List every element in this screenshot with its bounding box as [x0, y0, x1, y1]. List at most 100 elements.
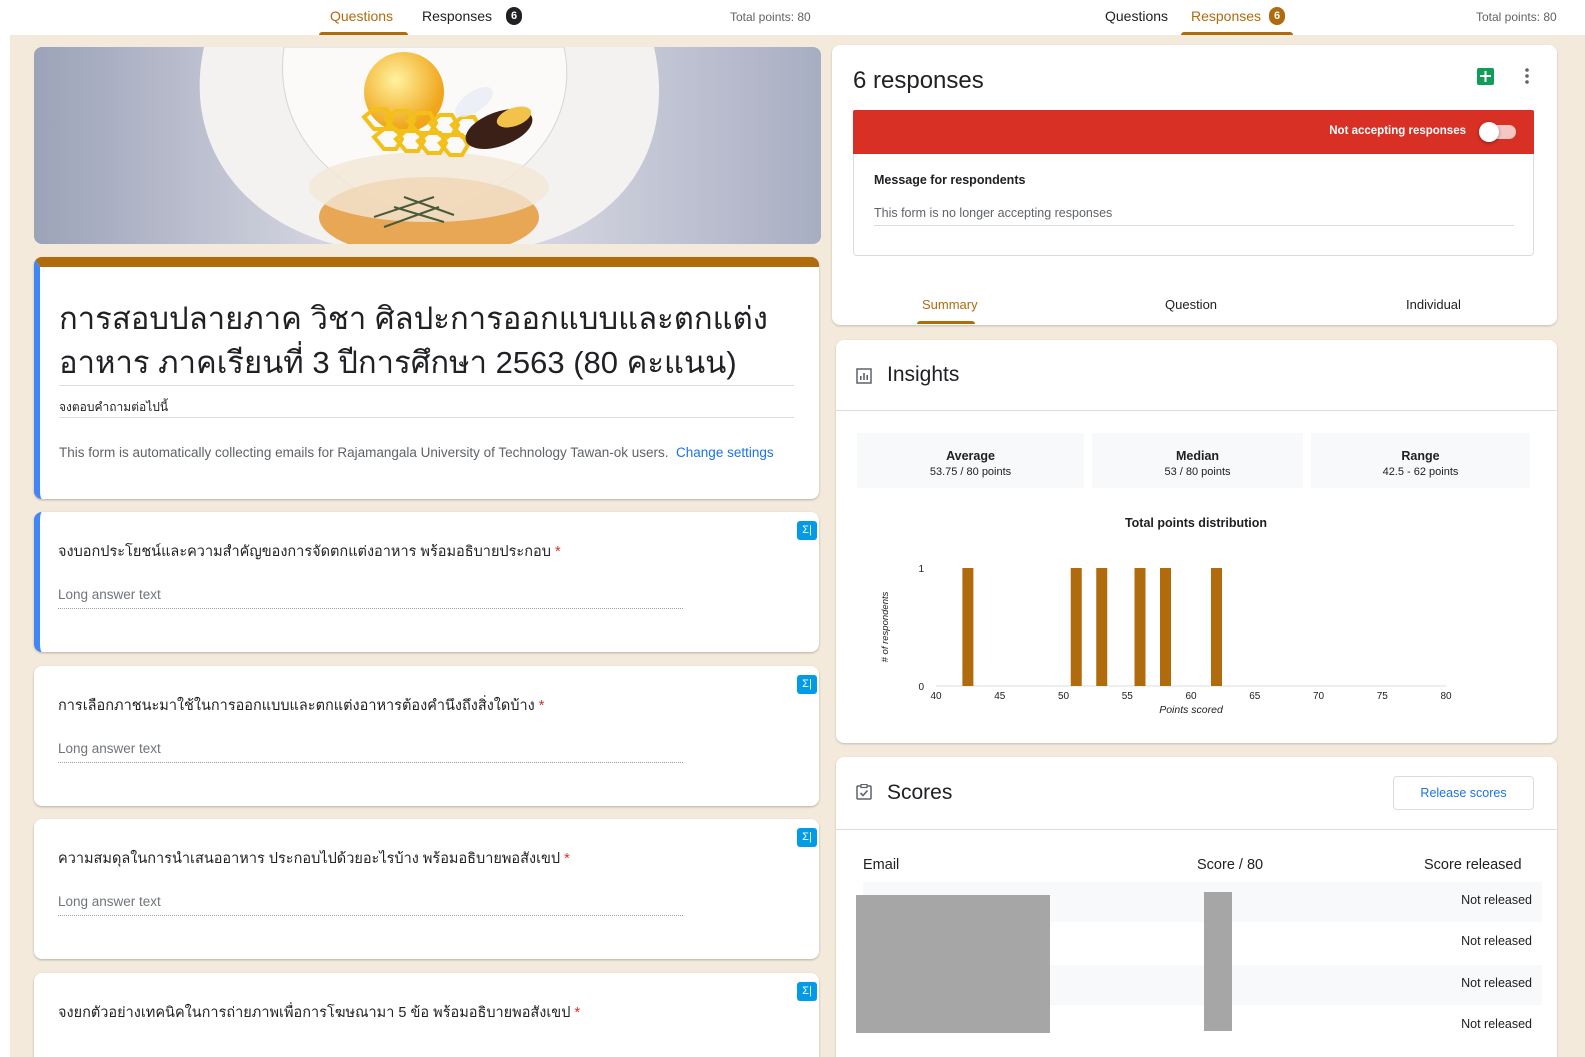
required-asterisk: * — [554, 544, 561, 560]
question-card[interactable]: ความสมดุลในการนำเสนออาหาร ประกอบไปด้วยอะ… — [34, 819, 819, 959]
stat-value: 42.5 - 62 points — [1382, 466, 1459, 478]
scores-divider — [836, 829, 1557, 830]
message-underline — [874, 225, 1514, 226]
y-tick-label: 0 — [918, 682, 924, 693]
score-column-header[interactable]: Score / 80 — [1197, 857, 1263, 873]
email-collection-note: This form is automatically collecting em… — [59, 442, 799, 463]
range-stat: Range 42.5 - 62 points — [1311, 433, 1530, 488]
tab-questions[interactable]: Questions — [1105, 8, 1168, 24]
more-options-icon[interactable] — [1524, 67, 1530, 85]
description-divider — [59, 417, 794, 418]
questions-view: Questions Responses 6 Total points: 80 ก… — [0, 0, 828, 1057]
question-card[interactable]: จงยกตัวอย่างเทคนิคในการถ่ายภาพเพื่อการโฆ… — [34, 973, 819, 1057]
points-badge-icon[interactable]: Σ| — [797, 828, 817, 847]
form-description[interactable]: จงตอบคำถามต่อไปนี้ — [59, 398, 168, 417]
tab-summary[interactable]: Summary — [922, 297, 978, 312]
chart-bar — [1211, 568, 1222, 686]
tab-responses[interactable]: Responses — [422, 8, 492, 24]
score-released-status: Not released — [1461, 934, 1532, 948]
y-axis-label: # of respondents — [880, 591, 891, 662]
average-stat: Average 53.75 / 80 points — [857, 433, 1084, 488]
tab-question[interactable]: Question — [1165, 297, 1217, 312]
chart-title: Total points distribution — [1124, 516, 1268, 530]
responses-card: 6 responses Not accepting responses Mess… — [832, 45, 1557, 325]
required-asterisk: * — [574, 1005, 581, 1021]
not-accepting-label: Not accepting responses — [1329, 125, 1466, 137]
points-badge-icon[interactable]: Σ| — [797, 675, 817, 694]
not-accepting-banner: Not accepting responses — [853, 110, 1534, 154]
message-for-respondents: Message for respondents This form is no … — [853, 154, 1534, 256]
total-points: Total points: 80 — [1476, 10, 1557, 24]
redacted-emails — [856, 895, 1050, 1033]
x-tick-label: 60 — [1185, 691, 1197, 702]
tab-questions[interactable]: Questions — [330, 8, 393, 24]
long-answer-placeholder: Long answer text — [58, 894, 161, 909]
scores-check-icon — [856, 783, 872, 800]
released-column-header[interactable]: Score released — [1424, 857, 1522, 873]
email-note-text: This form is automatically collecting em… — [59, 445, 669, 460]
tab-questions-indicator — [319, 32, 408, 35]
top-navigation: Questions Responses 6 Total points: 80 — [828, 0, 1585, 35]
stat-label: Average — [946, 449, 995, 463]
score-released-status: Not released — [1461, 893, 1532, 907]
question-text[interactable]: จงบอกประโยชน์และความสำคัญของการจัดตกแต่ง… — [58, 540, 561, 563]
tab-responses[interactable]: Responses — [1191, 8, 1261, 24]
title-divider — [59, 385, 794, 386]
x-tick-label: 70 — [1313, 691, 1325, 702]
x-tick-label: 55 — [1122, 691, 1134, 702]
question-text[interactable]: การเลือกภาชนะมาใช้ในการออกแบบและตกแต่งอา… — [58, 694, 544, 717]
long-answer-placeholder: Long answer text — [58, 741, 161, 756]
x-tick-label: 40 — [930, 691, 942, 702]
median-stat: Median 53 / 80 points — [1092, 433, 1303, 488]
sheets-icon[interactable] — [1477, 68, 1494, 85]
score-released-status: Not released — [1461, 976, 1532, 990]
top-navigation: Questions Responses 6 Total points: 80 — [0, 0, 828, 35]
x-tick-label: 75 — [1377, 691, 1389, 702]
stat-value: 53 / 80 points — [1164, 466, 1231, 478]
dessert-photo — [34, 47, 821, 244]
points-distribution-chart: 0 1 40 45 50 55 60 65 70 75 80 Points scored # of re… — [880, 564, 1452, 716]
tab-individual[interactable]: Individual — [1406, 297, 1461, 312]
chart-bar — [962, 568, 974, 686]
chart-bar — [1070, 568, 1082, 686]
chart-bar — [1096, 568, 1108, 686]
insights-card: Insights Average 53.75 / 80 points Media… — [836, 340, 1557, 743]
question-label: จงยกตัวอย่างเทคนิคในการถ่ายภาพเพื่อการโฆ… — [58, 1005, 571, 1021]
question-card[interactable]: การเลือกภาชนะมาใช้ในการออกแบบและตกแต่งอา… — [34, 666, 819, 806]
x-tick-label: 65 — [1249, 691, 1261, 702]
x-tick-label: 50 — [1058, 691, 1070, 702]
responses-count-badge: 6 — [1269, 7, 1285, 25]
required-asterisk: * — [538, 698, 545, 714]
question-label: จงบอกประโยชน์และความสำคัญของการจัดตกแต่ง… — [58, 544, 551, 560]
email-column-header[interactable]: Email — [863, 857, 899, 873]
answer-line — [58, 915, 683, 916]
form-title[interactable]: การสอบปลายภาค วิชา ศิลปะการออกแบบและตกแต… — [59, 297, 799, 385]
message-title: Message for respondents — [874, 173, 1026, 187]
answer-line — [58, 608, 683, 609]
long-answer-placeholder: Long answer text — [58, 587, 161, 602]
form-title-card[interactable]: การสอบปลายภาค วิชา ศิลปะการออกแบบและตกแต… — [34, 257, 819, 499]
change-settings-link[interactable]: Change settings — [676, 445, 774, 460]
question-label: ความสมดุลในการนำเสนออาหาร ประกอบไปด้วยอะ… — [58, 851, 561, 867]
release-scores-button[interactable]: Release scores — [1393, 776, 1534, 810]
message-input[interactable]: This form is no longer accepting respons… — [874, 206, 1112, 220]
question-card[interactable]: จงบอกประโยชน์และความสำคัญของการจัดตกแต่ง… — [34, 512, 819, 652]
redacted-scores — [1204, 892, 1232, 1031]
answer-line — [58, 762, 683, 763]
scores-title: Scores — [887, 781, 953, 804]
points-badge-icon[interactable]: Σ| — [797, 982, 817, 1001]
total-points: Total points: 80 — [730, 10, 811, 24]
x-tick-label: 80 — [1440, 691, 1452, 702]
question-text[interactable]: จงยกตัวอย่างเทคนิคในการถ่ายภาพเพื่อการโฆ… — [58, 1001, 580, 1024]
question-label: การเลือกภาชนะมาใช้ในการออกแบบและตกแต่งอา… — [58, 698, 535, 714]
stat-label: Median — [1175, 449, 1220, 463]
points-badge-icon[interactable]: Σ| — [797, 521, 817, 540]
tab-summary-indicator — [917, 321, 975, 324]
x-axis-label: Points scored — [1159, 704, 1224, 716]
stat-label: Range — [1401, 449, 1440, 463]
y-tick-label: 1 — [918, 564, 924, 575]
question-text[interactable]: ความสมดุลในการนำเสนออาหาร ประกอบไปด้วยอะ… — [58, 847, 570, 870]
responses-view: Questions Responses 6 Total points: 80 6… — [828, 0, 1585, 1057]
header-image — [34, 47, 821, 244]
accepting-responses-toggle[interactable] — [1479, 122, 1516, 142]
